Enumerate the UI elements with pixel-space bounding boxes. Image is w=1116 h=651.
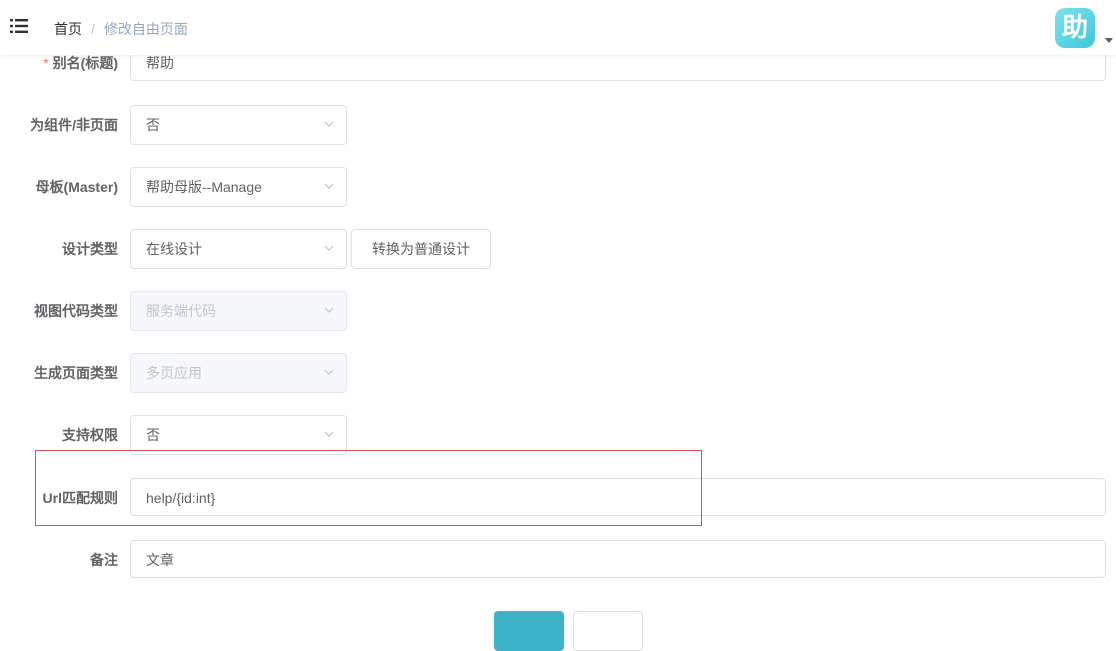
hamburger-menu-icon[interactable]	[10, 18, 28, 34]
generate-page-type-label: 生成页面类型	[34, 365, 118, 381]
breadcrumb-current: 修改自由页面	[103, 21, 188, 37]
form-row-generate-page-type: 生成页面类型 多页应用	[0, 353, 1116, 393]
convert-to-normal-design-button[interactable]: 转换为普通设计	[351, 229, 491, 269]
form-row-support-permission: 支持权限 否	[0, 415, 1116, 455]
chevron-down-icon	[324, 121, 334, 127]
remark-input[interactable]: 文章	[130, 540, 1106, 578]
url-rule-label: Url匹配规则	[42, 490, 118, 506]
support-permission-label: 支持权限	[62, 427, 118, 443]
breadcrumb: 首页 / 修改自由页面	[54, 20, 188, 38]
support-permission-select[interactable]: 否	[130, 415, 347, 455]
is-component-label: 为组件/非页面	[30, 117, 118, 133]
submit-button[interactable]	[494, 611, 564, 651]
form-row-master: 母板(Master) 帮助母版--Manage	[0, 167, 1116, 207]
generate-page-type-select: 多页应用	[130, 353, 347, 393]
chevron-down-icon	[324, 307, 334, 313]
master-label: 母板(Master)	[35, 179, 118, 195]
chevron-down-icon	[324, 183, 334, 189]
master-select[interactable]: 帮助母版--Manage	[130, 167, 347, 207]
top-navbar: 首页 / 修改自由页面 助	[0, 0, 1116, 55]
user-avatar[interactable]: 助	[1055, 8, 1095, 48]
form-row-remark: 备注 文章	[0, 540, 1116, 580]
view-code-type-label: 视图代码类型	[34, 303, 118, 319]
chevron-down-icon	[324, 369, 334, 375]
design-type-select[interactable]: 在线设计	[130, 229, 347, 269]
chevron-down-icon	[324, 245, 334, 251]
form-row-design-type: 设计类型 在线设计 转换为普通设计	[0, 229, 1116, 269]
caret-down-icon[interactable]	[1105, 38, 1113, 43]
form-row-view-code-type: 视图代码类型 服务端代码	[0, 291, 1116, 331]
breadcrumb-separator: /	[91, 21, 95, 37]
view-code-type-select: 服务端代码	[130, 291, 347, 331]
breadcrumb-home-link[interactable]: 首页	[54, 21, 82, 37]
cancel-button[interactable]	[573, 611, 643, 651]
chevron-down-icon	[324, 431, 334, 437]
form-row-url-rule: Url匹配规则 help/{id:int}	[0, 478, 1116, 518]
remark-label: 备注	[90, 552, 118, 568]
is-component-select[interactable]: 否	[130, 105, 347, 145]
design-type-label: 设计类型	[62, 241, 118, 257]
required-mark: *	[43, 55, 49, 71]
url-rule-input[interactable]: help/{id:int}	[130, 478, 1106, 516]
form-row-is-component: 为组件/非页面 否	[0, 105, 1116, 145]
